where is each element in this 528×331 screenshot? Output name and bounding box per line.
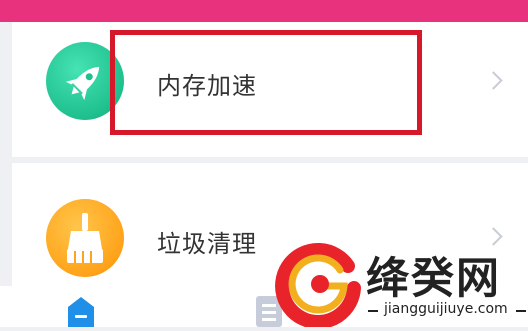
highlight-box — [110, 30, 422, 135]
divider — [368, 310, 378, 312]
watermark-title: 绛癸网 — [366, 254, 501, 304]
broom-icon — [46, 199, 124, 277]
top-accent-strip — [0, 0, 528, 22]
watermark-url: jiangguijiuye.com — [384, 301, 508, 317]
menu-item-label: 垃圾清理 — [157, 230, 257, 258]
tab-home[interactable] — [66, 295, 96, 327]
home-icon — [68, 297, 94, 327]
divider — [516, 310, 526, 312]
